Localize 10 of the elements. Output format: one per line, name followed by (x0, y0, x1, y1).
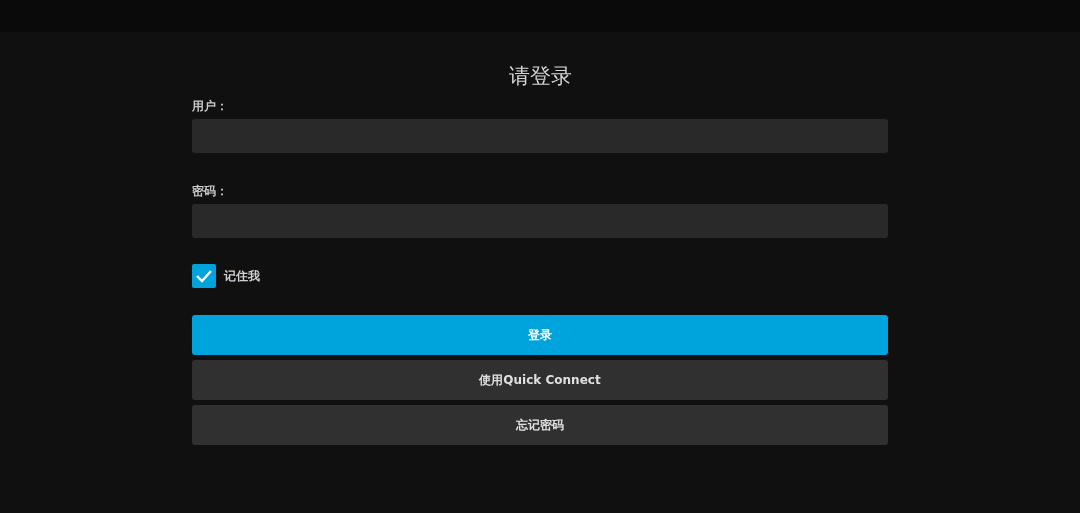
check-icon (195, 269, 213, 283)
secondary-button[interactable]: 使用Quick Connect (192, 360, 888, 400)
field-label: 密码： (192, 183, 228, 199)
page-title: 请登录 (507, 63, 573, 90)
checkbox-label: 记住我 (224, 267, 260, 285)
input-field[interactable] (192, 119, 888, 153)
secondary-button[interactable]: 忘记密码 (192, 405, 888, 445)
checkbox[interactable] (192, 264, 216, 288)
field-label: 用户： (192, 98, 228, 114)
input-field[interactable] (192, 204, 888, 238)
